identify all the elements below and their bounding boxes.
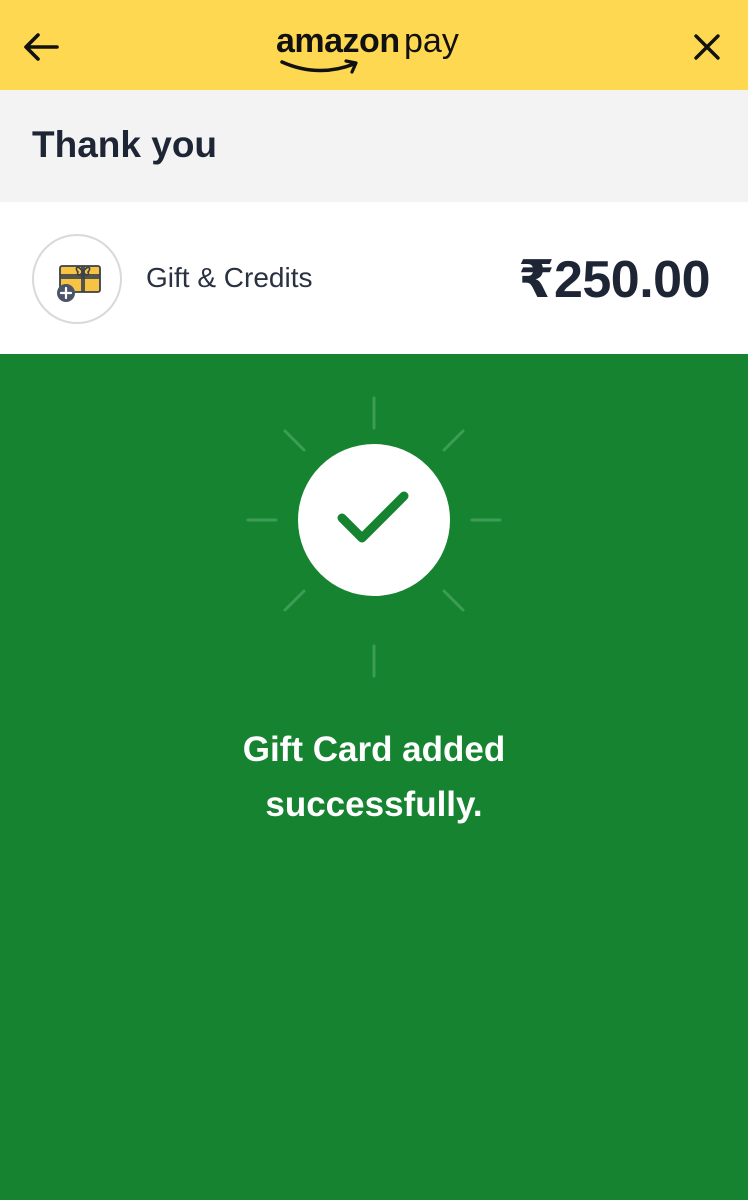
success-message-line-2: successfully. xyxy=(265,785,483,824)
success-message: Gift Card added successfully. xyxy=(0,722,748,832)
gift-card-icon-container xyxy=(32,234,122,324)
logo-text-pay: pay xyxy=(404,22,459,60)
thank-you-section: Thank you xyxy=(0,90,748,202)
checkmark-icon xyxy=(337,491,409,543)
success-message-line-1: Gift Card added xyxy=(242,730,506,769)
success-check-circle xyxy=(298,444,450,596)
top-bar: amazon pay xyxy=(0,0,748,90)
arrow-left-icon xyxy=(24,33,59,61)
close-icon xyxy=(694,34,720,60)
back-button[interactable] xyxy=(18,24,64,70)
close-button[interactable] xyxy=(686,24,728,70)
page-title: Thank you xyxy=(32,124,218,165)
gift-card-add-icon xyxy=(57,265,101,302)
amazon-pay-logo: amazon pay xyxy=(276,18,476,74)
success-panel: Gift Card added successfully. xyxy=(0,354,748,1200)
logo-smile-icon xyxy=(280,59,358,74)
gift-credits-label: Gift & Credits xyxy=(146,262,313,293)
gift-amount: ₹250.00 xyxy=(518,251,710,309)
gift-credits-row: Gift & Credits ₹250.00 xyxy=(0,202,748,354)
logo-text-amazon: amazon xyxy=(276,22,400,60)
